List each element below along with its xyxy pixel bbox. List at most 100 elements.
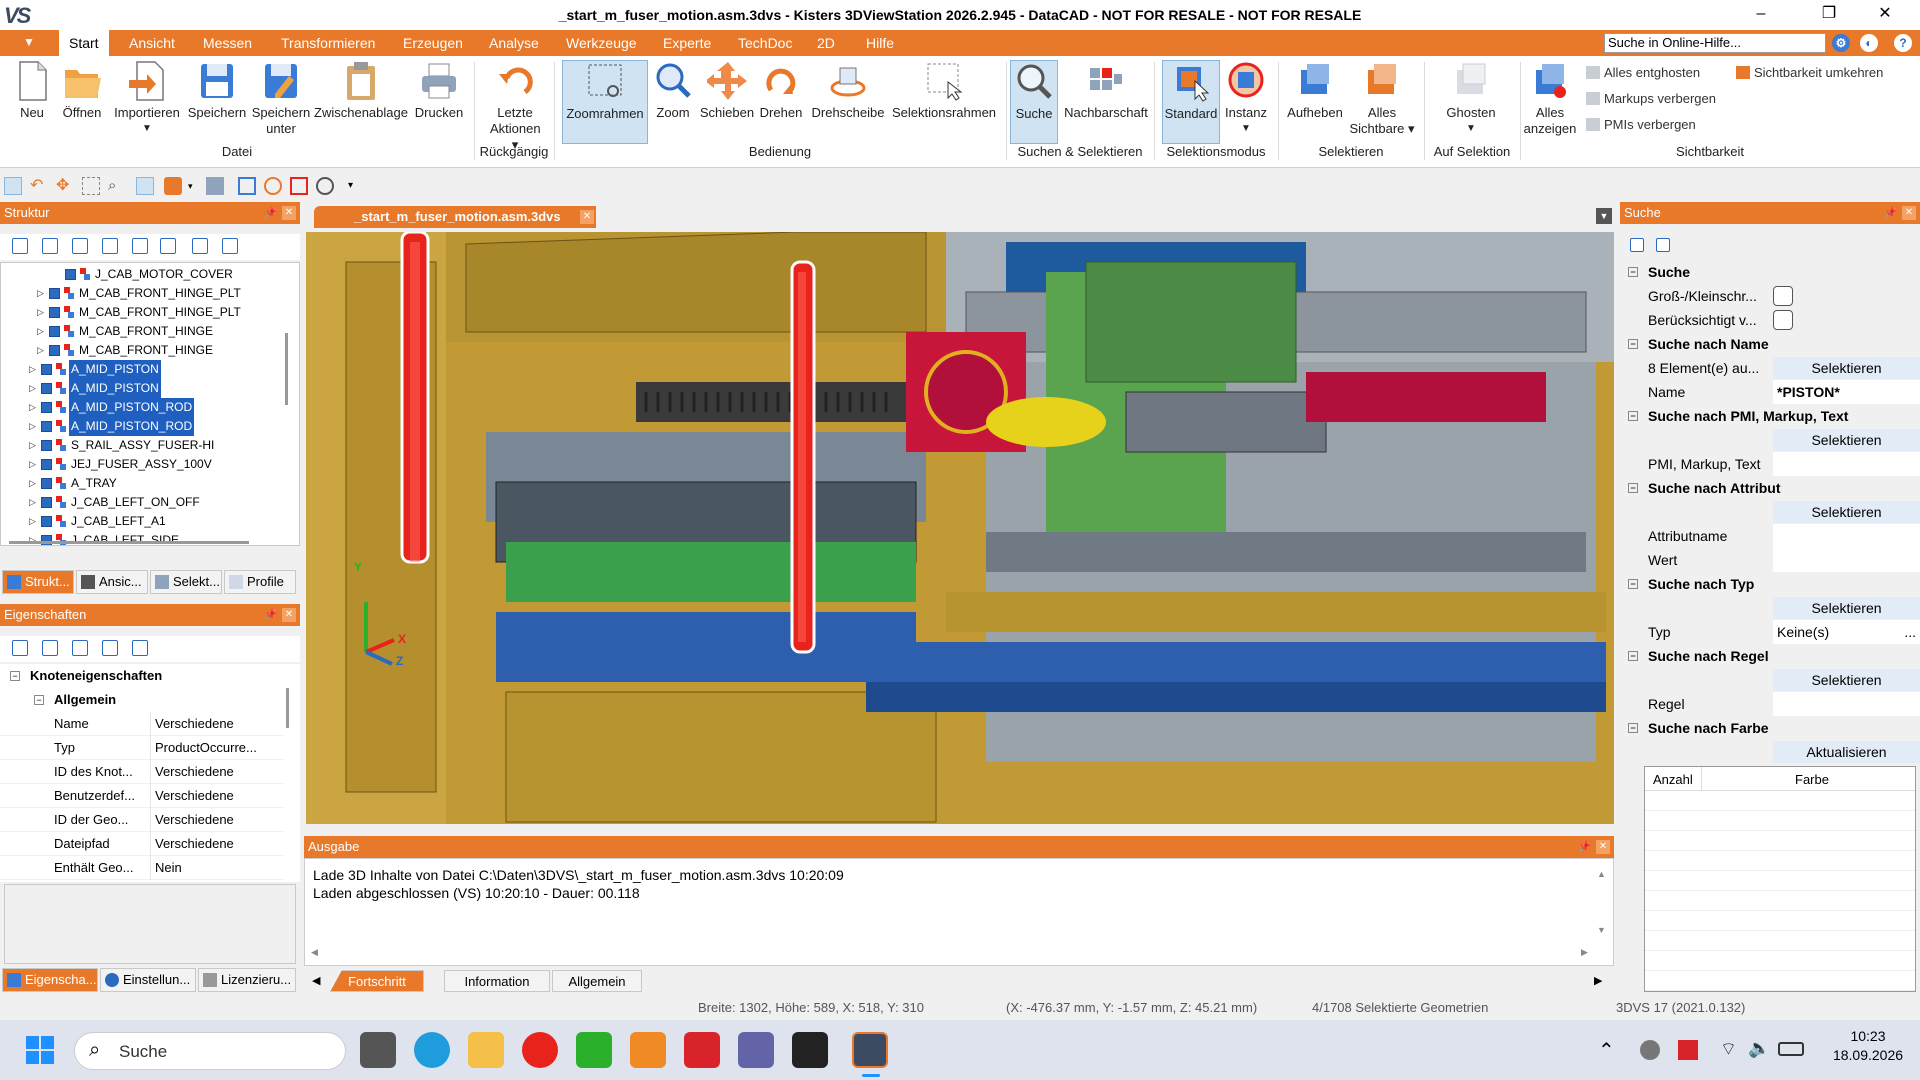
attribute-name-input[interactable]: [1773, 524, 1920, 548]
tree-node[interactable]: ▷ M_CAB_FRONT_HINGE: [1, 341, 281, 360]
tree-node[interactable]: ▷ M_CAB_FRONT_HINGE_PLT: [1, 303, 281, 322]
type-more-button[interactable]: ...: [1904, 620, 1916, 644]
tab-ansichten[interactable]: Ansic...: [76, 570, 148, 594]
tree-node[interactable]: ▷ A_MID_PISTON_ROD: [1, 417, 281, 436]
teams-icon[interactable]: [738, 1032, 774, 1068]
tab-analyse[interactable]: Analyse: [479, 30, 549, 56]
collapse-icon[interactable]: −: [1628, 723, 1638, 733]
property-row[interactable]: Dateipfad Verschiedene: [0, 832, 284, 856]
consider-checkbox[interactable]: [1773, 310, 1793, 330]
zoom-frame-tool-icon[interactable]: [4, 177, 22, 195]
tree-node[interactable]: ▷ JEJ_FUSER_ASSY_100V: [1, 455, 281, 474]
export-icon[interactable]: [222, 238, 238, 254]
hide-markups-button[interactable]: Markups verbergen: [1586, 91, 1716, 107]
property-row[interactable]: Typ ProductOccurre...: [0, 736, 284, 760]
section-suche-nach-regel[interactable]: − Suche nach Regel: [1624, 644, 1920, 668]
section-suche-nach-name[interactable]: − Suche nach Name: [1624, 332, 1920, 356]
visibility-checkbox[interactable]: [49, 345, 60, 356]
tree-node[interactable]: ▷ A_TRAY: [1, 474, 281, 493]
dark-app-icon[interactable]: [792, 1032, 828, 1068]
collapse-all-icon[interactable]: [42, 238, 58, 254]
collapse-icon[interactable]: −: [34, 695, 44, 705]
select-all-visible-button[interactable]: Alles Sichtbare ▾: [1348, 60, 1416, 137]
expand-node-icon[interactable]: ▷: [29, 441, 37, 450]
rotate-button[interactable]: Drehen: [756, 60, 806, 121]
select-by-type-button[interactable]: Selektieren: [1773, 597, 1920, 619]
tab-eigenschaften[interactable]: Eigenscha...: [2, 968, 98, 992]
section-suche-nach-typ[interactable]: − Suche nach Typ: [1624, 572, 1920, 596]
tab-transformieren[interactable]: Transformieren: [271, 30, 385, 56]
collapse-icon[interactable]: −: [1628, 267, 1638, 277]
collapse-icon[interactable]: −: [1628, 651, 1638, 661]
save-button[interactable]: Speichern: [187, 60, 247, 121]
visibility-checkbox[interactable]: [41, 497, 52, 508]
refresh-tool-icon[interactable]: [264, 177, 282, 195]
pmi-search-input[interactable]: [1773, 452, 1920, 476]
collapse-icon[interactable]: −: [1628, 411, 1638, 421]
expand-node-icon[interactable]: ▷: [37, 346, 45, 355]
refresh-colors-button[interactable]: Aktualisieren: [1773, 741, 1920, 763]
tray-app-icon[interactable]: [1640, 1040, 1660, 1060]
tab-ansicht[interactable]: Ansicht: [119, 30, 185, 56]
taskbar-clock[interactable]: 10:23 18.09.2026: [1828, 1028, 1908, 1063]
scroll-left-icon[interactable]: ◀: [311, 947, 318, 958]
tree-node[interactable]: ▷ S_RAIL_ASSY_FUSER-HI: [1, 436, 281, 455]
tab-selektionen[interactable]: Selekt...: [150, 570, 222, 594]
pin-icon[interactable]: 📌: [264, 202, 278, 224]
attribute-value-input[interactable]: [1773, 548, 1920, 572]
toolbar-overflow-icon[interactable]: ▾: [348, 177, 366, 195]
3d-viewport[interactable]: Y X Z: [306, 232, 1614, 824]
windows-start-icon[interactable]: [22, 1032, 58, 1068]
filter-icon[interactable]: [132, 640, 148, 656]
wifi-icon[interactable]: ⌔: [1720, 1038, 1737, 1061]
scroll-up-icon[interactable]: ▲: [1597, 869, 1606, 879]
close-icon[interactable]: ✕: [282, 206, 296, 220]
tab-start[interactable]: Start: [59, 30, 109, 56]
pan-tool-icon[interactable]: ✥: [56, 177, 74, 195]
close-icon[interactable]: ✕: [1902, 206, 1916, 220]
taskbar-search-box[interactable]: ⌕ Suche: [74, 1032, 346, 1070]
collapse-icon[interactable]: −: [1628, 579, 1638, 589]
unghost-all-button[interactable]: Alles entghosten: [1586, 65, 1700, 81]
copy-icon[interactable]: [192, 238, 208, 254]
property-row[interactable]: ID der Geo... Verschiedene: [0, 808, 284, 832]
expand-node-icon[interactable]: ▷: [29, 384, 37, 393]
tree-node[interactable]: J_CAB_MOTOR_COVER: [1, 265, 281, 284]
expand-node-icon[interactable]: ▷: [29, 365, 37, 374]
properties-subsection-header[interactable]: − Allgemein: [0, 688, 300, 712]
help-icon[interactable]: ?: [1894, 34, 1912, 52]
visibility-checkbox[interactable]: [41, 440, 52, 451]
tab-list-dropdown-icon[interactable]: ▼: [1596, 208, 1612, 224]
select-by-rule-button[interactable]: Selektieren: [1773, 669, 1920, 691]
scroll-down-icon[interactable]: ▼: [1597, 925, 1606, 935]
tree-node[interactable]: ▷ A_MID_PISTON: [1, 360, 281, 379]
tab-messen[interactable]: Messen: [193, 30, 262, 56]
select-by-pmi-button[interactable]: Selektieren: [1773, 429, 1920, 451]
zoom-frame-button[interactable]: Zoomrahmen: [562, 60, 648, 144]
hide-pmis-button[interactable]: PMIs verbergen: [1586, 117, 1696, 133]
invert-visibility-button[interactable]: Sichtbarkeit umkehren: [1736, 65, 1883, 81]
tab-experte[interactable]: Experte: [653, 30, 721, 56]
globe-icon[interactable]: ◐: [1860, 34, 1878, 52]
minimize-button[interactable]: –: [1738, 0, 1784, 30]
visibility-checkbox[interactable]: [49, 288, 60, 299]
file-explorer-icon[interactable]: [468, 1032, 504, 1068]
import-button[interactable]: Importieren ▼: [110, 60, 184, 137]
expand-all-icon[interactable]: [12, 640, 28, 656]
collapse-icon[interactable]: −: [1628, 483, 1638, 493]
quick-access-dropdown[interactable]: ▼: [0, 30, 58, 56]
pin-icon[interactable]: 📌: [1884, 202, 1898, 224]
rule-input[interactable]: [1773, 692, 1920, 716]
export-icon[interactable]: [1656, 238, 1670, 252]
turntable-button[interactable]: Drehscheibe: [808, 60, 888, 121]
restore-button[interactable]: ❐: [1806, 0, 1852, 30]
recent-actions-button[interactable]: Letzte Aktionen ▾: [490, 60, 541, 153]
zoom-button[interactable]: Zoom: [652, 60, 694, 121]
instance-mode-button[interactable]: Instanz ▼: [1222, 60, 1270, 137]
expand-node-icon[interactable]: ▷: [29, 498, 37, 507]
property-row[interactable]: Enthält Geo... Nein: [0, 856, 284, 880]
render-mode-dropdown-icon[interactable]: ▾: [188, 177, 206, 195]
explode-tool-icon[interactable]: [206, 177, 224, 195]
export-icon[interactable]: [102, 640, 118, 656]
split-icon[interactable]: [132, 238, 148, 254]
